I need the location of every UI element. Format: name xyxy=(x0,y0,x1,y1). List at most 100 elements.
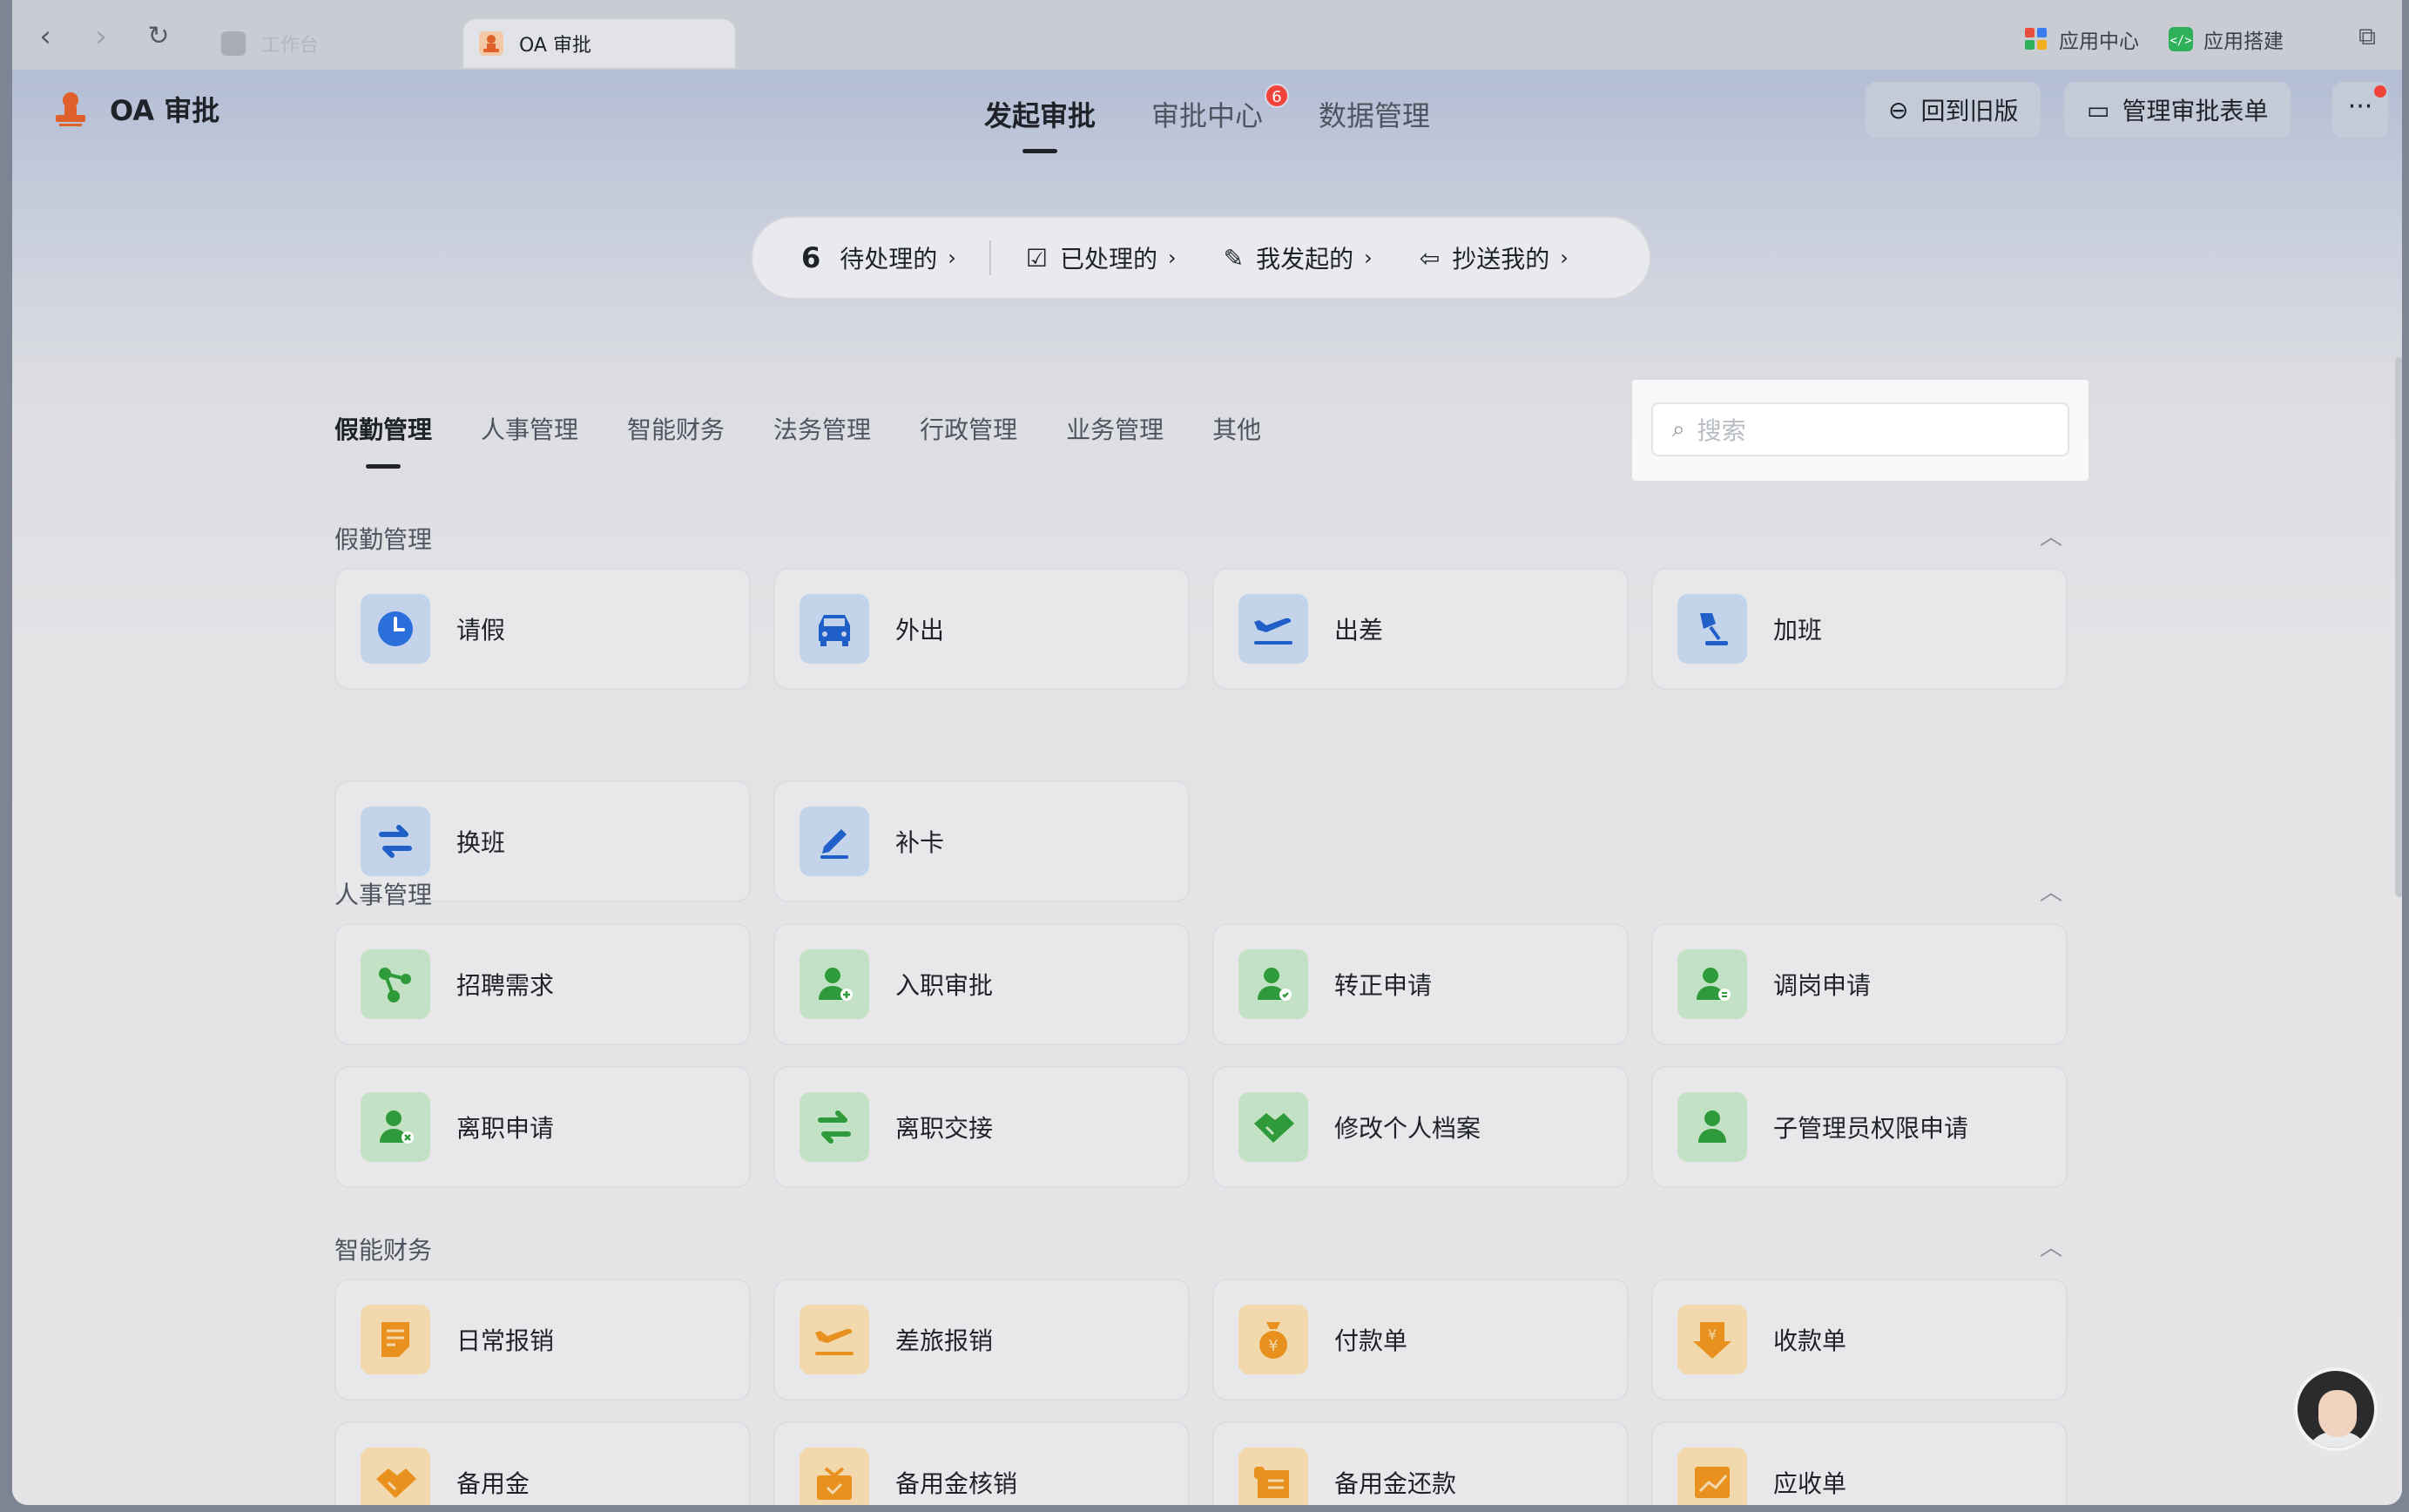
form-card-transfer[interactable]: 调岗申请 xyxy=(1651,923,2068,1045)
form-card-receivable[interactable]: 应收单 xyxy=(1651,1421,2068,1505)
svg-text:¥: ¥ xyxy=(1268,1337,1278,1355)
tab-approval-center[interactable]: 审批中心 6 xyxy=(1151,84,1290,134)
swap-icon xyxy=(361,807,430,876)
form-card-leave[interactable]: 请假 xyxy=(334,568,751,690)
money-bag-icon: ¥ xyxy=(1238,1305,1308,1374)
form-card-petty-cash-repayment[interactable]: 备用金还款 xyxy=(1212,1421,1629,1505)
card-label: 出差 xyxy=(1334,616,1384,645)
search-panel: ⌕ 搜索 xyxy=(1632,380,2088,481)
app-builder-button[interactable]: </> 应用搭建 xyxy=(2169,24,2284,54)
form-card-resignation[interactable]: 离职申请 xyxy=(334,1066,751,1188)
pending-label: 待处理的 xyxy=(840,245,938,273)
network-icon xyxy=(361,949,430,1019)
initiated-label: 我发起的 xyxy=(1256,245,1354,273)
scrollbar[interactable] xyxy=(2395,357,2402,897)
form-card-travel-reimbursement[interactable]: 差旅报销 xyxy=(773,1279,1190,1401)
form-card-petty-cash-writeoff[interactable]: 备用金核销 xyxy=(773,1421,1190,1505)
card-label: 应收单 xyxy=(1773,1469,1847,1498)
collapse-chevron-icon[interactable]: ︿ xyxy=(2040,1230,2062,1262)
category-tab[interactable]: 法务管理 xyxy=(773,411,871,446)
button-label: 管理审批表单 xyxy=(2122,97,2269,125)
category-tab[interactable]: 其他 xyxy=(1212,411,1261,446)
top-tabs: 发起审批 审批中心 6 数据管理 xyxy=(984,84,1430,153)
form-card-business-trip[interactable]: 出差 xyxy=(1212,568,1629,690)
svg-text:</>: </> xyxy=(2169,34,2191,48)
forward-icon[interactable]: › xyxy=(84,19,118,54)
card-label: 备用金还款 xyxy=(1334,1469,1457,1498)
chevron-right-icon: › xyxy=(1364,246,1373,270)
app-center-label: 应用中心 xyxy=(2059,30,2139,53)
back-to-old-version-button[interactable]: ⊖ 回到旧版 xyxy=(1866,82,2041,138)
document-icon xyxy=(361,1305,430,1374)
form-card-onboarding[interactable]: 入职审批 xyxy=(773,923,1190,1045)
form-card-edit-profile[interactable]: 修改个人档案 xyxy=(1212,1066,1629,1188)
category-tab[interactable]: 智能财务 xyxy=(627,411,725,446)
collapse-chevron-icon[interactable]: ︿ xyxy=(2040,519,2062,551)
form-card-regularization[interactable]: 转正申请 xyxy=(1212,923,1629,1045)
pending-count: 6 xyxy=(801,241,821,274)
section-title: 人事管理 xyxy=(334,881,433,909)
user-add-icon xyxy=(800,949,869,1019)
form-card-sub-admin-permission[interactable]: 子管理员权限申请 xyxy=(1651,1066,2068,1188)
handshake-icon xyxy=(361,1448,430,1505)
category-tab[interactable]: 假勤管理 xyxy=(334,411,432,469)
more-icon: ··· xyxy=(2347,91,2373,122)
tab-initiate-approval[interactable]: 发起审批 xyxy=(984,94,1097,153)
divider xyxy=(989,240,991,275)
tab-workbench[interactable]: 工作台 xyxy=(206,19,467,68)
form-card-daily-reimbursement[interactable]: 日常报销 xyxy=(334,1279,751,1401)
svg-text:¥: ¥ xyxy=(1708,1326,1717,1343)
category-tab[interactable]: 行政管理 xyxy=(920,411,1017,446)
category-tabs: 假勤管理 人事管理 智能财务 法务管理 行政管理 业务管理 其他 xyxy=(334,411,1261,469)
cc-doc-icon: ⇦ xyxy=(1419,243,1441,273)
status-summary-bar: 6 待处理的 › ☑ 已处理的 › ✎ 我发起的 › ⇦ 抄送我的 › xyxy=(751,216,1651,300)
card-label: 加班 xyxy=(1773,616,1823,645)
handshake-icon xyxy=(1238,1092,1308,1162)
tab-data-management[interactable]: 数据管理 xyxy=(1319,94,1430,134)
pen-icon xyxy=(800,807,869,876)
form-card-petty-cash[interactable]: 备用金 xyxy=(334,1421,751,1505)
card-label: 日常报销 xyxy=(456,1326,555,1355)
form-card-payment[interactable]: ¥ 付款单 xyxy=(1212,1279,1629,1401)
app-title: OA 审批 xyxy=(51,89,219,129)
processed-link[interactable]: ☑ 已处理的 › xyxy=(1026,240,1177,275)
stamp-logo-icon xyxy=(51,89,91,129)
card-label: 离职交接 xyxy=(895,1114,994,1143)
tab-label: OA 审批 xyxy=(519,35,591,57)
reload-icon[interactable]: ↻ xyxy=(141,19,176,54)
open-external-icon[interactable]: ⧉ xyxy=(2350,19,2385,54)
app-center-button[interactable]: 应用中心 xyxy=(2024,24,2139,54)
cc-link[interactable]: ⇦ 抄送我的 › xyxy=(1420,240,1569,275)
form-card-receipt[interactable]: ¥ 收款单 xyxy=(1651,1279,2068,1401)
user-icon xyxy=(1677,1092,1747,1162)
category-tab[interactable]: 业务管理 xyxy=(1066,411,1164,446)
initiated-link[interactable]: ✎ 我发起的 › xyxy=(1224,240,1373,275)
assistant-avatar[interactable] xyxy=(2294,1367,2378,1451)
app-builder-label: 应用搭建 xyxy=(2203,30,2284,53)
search-icon: ⌕ xyxy=(1672,415,1685,442)
section-title: 假勤管理 xyxy=(334,525,433,554)
manage-forms-button[interactable]: ▭ 管理审批表单 xyxy=(2064,82,2291,138)
chart-up-icon xyxy=(1677,1448,1747,1505)
chevron-right-icon: › xyxy=(1560,246,1569,270)
search-input[interactable]: ⌕ 搜索 xyxy=(1651,402,2069,456)
app-content: OA 审批 发起审批 审批中心 6 数据管理 ⊖ 回到旧版 ▭ 管理审批表单 ·… xyxy=(12,70,2402,1505)
form-card-recruitment[interactable]: 招聘需求 xyxy=(334,923,751,1045)
code-icon: </> xyxy=(2169,27,2193,51)
pending-link[interactable]: 6 待处理的 › xyxy=(801,240,956,275)
card-label: 补卡 xyxy=(895,828,945,857)
collapse-chevron-icon[interactable]: ︿ xyxy=(2040,874,2062,907)
browser-window: ‹ › ↻ 工作台 OA 审批 应用中心 </> 应用搭建 ⧉ OA 审批 发起… xyxy=(12,0,2402,1505)
form-card-overtime[interactable]: 加班 xyxy=(1651,568,2068,690)
form-card-punch-correction[interactable]: 补卡 xyxy=(773,780,1190,902)
app-grid-icon xyxy=(2024,27,2048,51)
form-card-handover[interactable]: 离职交接 xyxy=(773,1066,1190,1188)
category-tab[interactable]: 人事管理 xyxy=(481,411,578,446)
plane-icon xyxy=(800,1305,869,1374)
form-card-go-out[interactable]: 外出 xyxy=(773,568,1190,690)
tab-oa-approval[interactable]: OA 审批 xyxy=(463,19,735,68)
back-icon[interactable]: ‹ xyxy=(28,19,63,54)
tab-label: 发起审批 xyxy=(984,99,1097,132)
card-label: 请假 xyxy=(456,616,506,645)
basket-check-icon xyxy=(800,1448,869,1505)
